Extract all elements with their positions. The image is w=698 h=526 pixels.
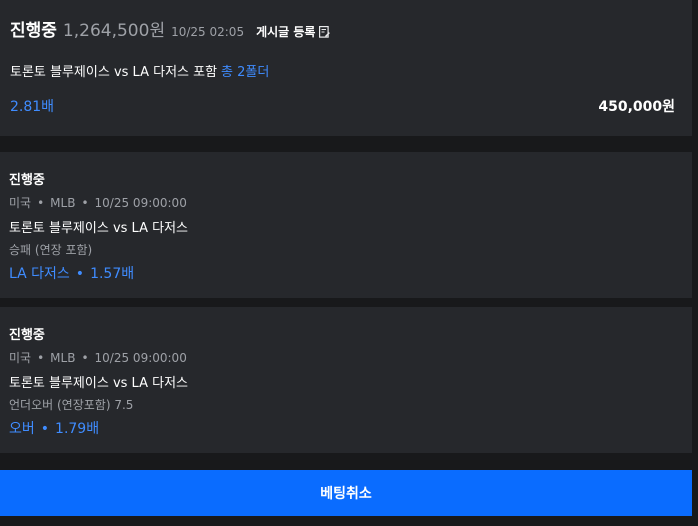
post-register-label: 게시글 등록 bbox=[256, 25, 316, 39]
separator-dot: • bbox=[37, 351, 45, 365]
bet-summary-card: 진행중 1,264,500원 10/25 02:05 게시글 등록 토론토 블루… bbox=[0, 0, 692, 136]
pick-status: 진행중 bbox=[9, 328, 45, 343]
pick-selection: 오버 • 1.79배 bbox=[9, 418, 99, 438]
pick-card: 진행중 미국 • MLB • 10/25 09:00:00 토론토 블루제이스 vs L… bbox=[0, 152, 692, 298]
separator-dot: • bbox=[37, 196, 45, 210]
potential-payout: 1,264,500원 bbox=[62, 21, 166, 41]
pick-match: 토론토 블루제이스 vs LA 다저스 bbox=[9, 376, 188, 391]
separator-dot: • bbox=[81, 351, 89, 365]
pick-card: 진행중 미국 • MLB • 10/25 09:00:00 토론토 블루제이스 vs L… bbox=[0, 307, 692, 453]
pick-odds: 1.57배 bbox=[90, 266, 135, 282]
pick-league: MLB bbox=[50, 351, 76, 365]
post-register-button[interactable]: 게시글 등록 bbox=[256, 23, 331, 40]
total-odds: 2.81배 bbox=[10, 99, 55, 115]
pick-status: 진행중 bbox=[9, 173, 45, 188]
pick-market: 언더오버 (연장포함) 7.5 bbox=[9, 398, 134, 412]
pick-selection: LA 다저스 • 1.57배 bbox=[9, 263, 134, 283]
edit-icon bbox=[319, 25, 331, 38]
pick-odds: 1.79배 bbox=[55, 421, 100, 437]
pick-selection-name: 오버 bbox=[9, 421, 35, 437]
pick-selection-name: LA 다저스 bbox=[9, 266, 70, 282]
separator-dot: • bbox=[40, 421, 50, 437]
pick-league: MLB bbox=[50, 196, 76, 210]
separator-dot: • bbox=[75, 266, 85, 282]
stake-amount: 450,000원 bbox=[598, 99, 675, 115]
pick-country: 미국 bbox=[9, 196, 32, 210]
summary-match-text: 토론토 블루제이스 vs LA 다저스 포함 bbox=[10, 65, 218, 80]
pick-country: 미국 bbox=[9, 351, 32, 365]
bet-datetime: 10/25 02:05 bbox=[171, 25, 245, 39]
summary-match: 토론토 블루제이스 vs LA 다저스 포함 총 2폴더 bbox=[10, 61, 269, 80]
separator-dot: • bbox=[81, 196, 89, 210]
pick-match: 토론토 블루제이스 vs LA 다저스 bbox=[9, 221, 188, 236]
folder-count: 총 2폴더 bbox=[221, 65, 270, 80]
pick-meta: 미국 • MLB • 10/25 09:00:00 bbox=[9, 194, 187, 211]
pick-meta: 미국 • MLB • 10/25 09:00:00 bbox=[9, 349, 187, 366]
pick-market: 승패 (연장 포함) bbox=[9, 243, 93, 257]
summary-odds-row: 2.81배 450,000원 bbox=[10, 96, 675, 116]
pick-time: 10/25 09:00:00 bbox=[94, 196, 187, 210]
summary-header: 진행중 1,264,500원 10/25 02:05 게시글 등록 bbox=[10, 16, 331, 41]
bet-status: 진행중 bbox=[10, 21, 57, 41]
pick-time: 10/25 09:00:00 bbox=[94, 351, 187, 365]
cancel-bet-button[interactable]: 베팅취소 bbox=[0, 470, 692, 516]
